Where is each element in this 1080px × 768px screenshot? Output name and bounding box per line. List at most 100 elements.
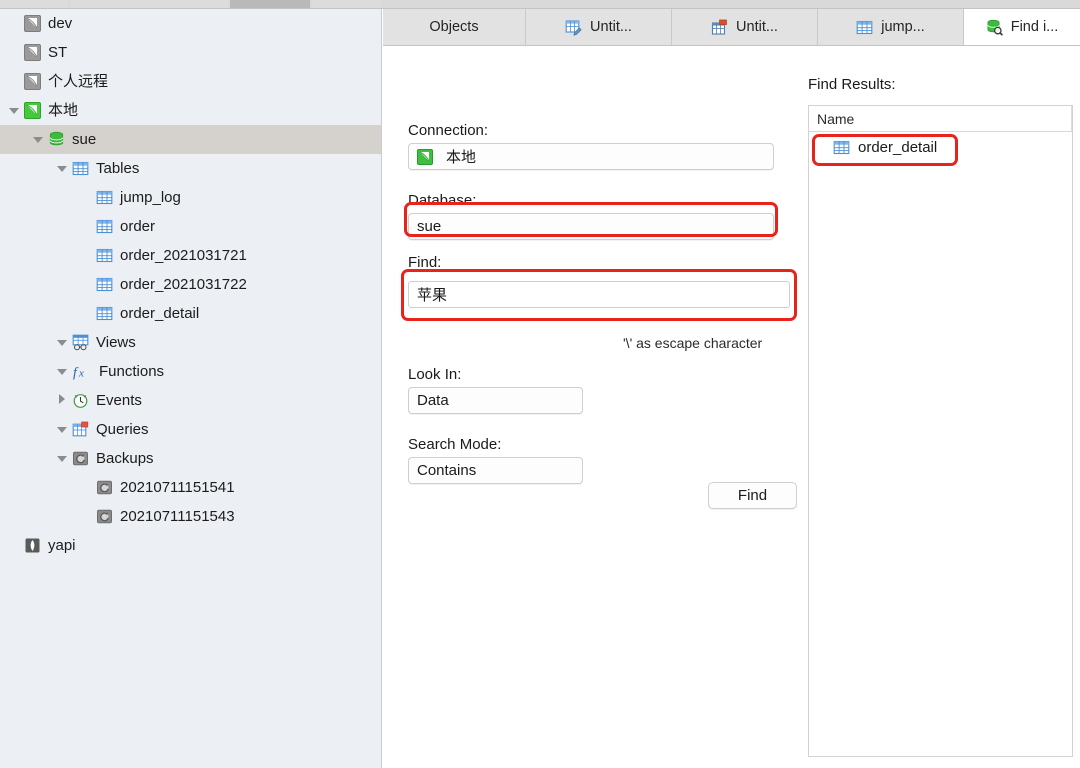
tree-item-order-2021031721[interactable]: order_2021031721 (0, 241, 381, 270)
table-icon (96, 247, 113, 264)
tree-item-backups[interactable]: Backups (0, 444, 381, 473)
database-value: sue (417, 218, 442, 235)
tree-item-label: Backups (96, 450, 154, 467)
database-icon (48, 131, 65, 148)
tree-item-functions[interactable]: f x Functions (0, 357, 381, 386)
connection-gray-icon (24, 73, 41, 90)
tab-jump[interactable]: jump... (818, 9, 964, 45)
toolbar-segment-1 (0, 0, 68, 8)
search-mode-combobox[interactable]: Contains (408, 457, 583, 484)
find-label: Find: (408, 254, 442, 271)
find-results-label: Find Results: (808, 76, 896, 93)
tab-label: jump... (881, 19, 925, 35)
tree-item-label: jump_log (120, 189, 181, 206)
collapse-arrow-icon[interactable] (8, 104, 21, 117)
collapse-arrow-icon[interactable] (56, 162, 69, 175)
results-column-header-name: Name (817, 110, 855, 127)
report-icon (711, 19, 728, 36)
mongodb-icon (24, 537, 41, 554)
table-icon (96, 276, 113, 293)
tree-item-order[interactable]: order (0, 212, 381, 241)
tree-item-jump-log[interactable]: jump_log (0, 183, 381, 212)
tree-item-queries[interactable]: Queries (0, 415, 381, 444)
tree-item-order-2021031722[interactable]: order_2021031722 (0, 270, 381, 299)
connection-combobox[interactable]: 本地 (408, 143, 774, 170)
tab-untit[interactable]: Untit... (526, 9, 672, 45)
tree-item-dev[interactable]: dev (0, 9, 381, 38)
tab-bar[interactable]: Objects Untit... Untit... jump... Find i... (383, 9, 1080, 46)
result-row[interactable]: order_detail (809, 132, 1072, 162)
tree-item-[interactable]: 本地 (0, 96, 381, 125)
tree-item-order-detail[interactable]: order_detail (0, 299, 381, 328)
search-mode-value: Contains (417, 462, 477, 479)
tree-item-label: Views (96, 334, 136, 351)
tree-item-label: dev (48, 15, 73, 32)
functions-fx-icon: fx (72, 363, 92, 381)
connection-label: Connection: (408, 122, 489, 139)
backup-icon (96, 508, 113, 525)
tree-item-label: sue (72, 131, 97, 148)
tab-findi[interactable]: Find i... (964, 9, 1080, 45)
collapse-arrow-icon[interactable] (56, 365, 69, 378)
tree-item-[interactable]: 个人远程 (0, 67, 381, 96)
table-icon (833, 139, 850, 156)
expand-arrow-icon[interactable] (56, 394, 69, 407)
tree-item-st[interactable]: ST (0, 38, 381, 67)
connection-gray-icon (24, 44, 41, 61)
tree-item-tables[interactable]: Tables (0, 154, 381, 183)
tree-item-events[interactable]: Events (0, 386, 381, 415)
tab-label: Find i... (1010, 19, 1059, 35)
tree-item-label: 个人远程 (48, 73, 109, 90)
database-combobox[interactable]: sue (408, 213, 774, 240)
tree-item-yapi[interactable]: yapi (0, 531, 381, 560)
connection-green-icon (417, 148, 433, 165)
search-mode-label: Search Mode: (408, 436, 502, 453)
find-results-panel[interactable]: Name order_detail (808, 105, 1073, 757)
collapse-arrow-icon[interactable] (56, 423, 69, 436)
tree-item-20210711151541[interactable]: 20210711151541 (0, 473, 381, 502)
toolbar-segment-2 (70, 0, 228, 8)
svg-text:x: x (78, 368, 84, 380)
tree-item-label: order_detail (120, 305, 200, 322)
column-separator[interactable] (1071, 106, 1072, 131)
tree-item-label: ST (48, 44, 68, 61)
tree-item-label: 20210711151543 (120, 508, 235, 525)
tab-untit[interactable]: Untit... (672, 9, 818, 45)
window-toolbar-strip (0, 0, 1080, 9)
results-column-header[interactable]: Name (809, 106, 1072, 132)
look-in-combobox[interactable]: Data (408, 387, 583, 414)
table-icon (96, 189, 113, 206)
backup-icon (96, 479, 113, 496)
views-icon (72, 334, 89, 351)
toolbar-segment-4 (312, 0, 382, 8)
collapse-arrow-icon[interactable] (56, 452, 69, 465)
find-input[interactable]: 苹果 (408, 281, 790, 308)
tab-objects[interactable]: Objects (383, 9, 526, 45)
collapse-arrow-icon[interactable] (32, 133, 45, 146)
connection-gray-icon (24, 15, 41, 32)
escape-character-hint: '\' as escape character (623, 335, 763, 351)
tree-item-label: Events (96, 392, 142, 409)
tree-item-sue[interactable]: sue (0, 125, 381, 154)
tree-item-label: order (120, 218, 156, 235)
connection-green-icon (24, 102, 41, 119)
toolbar-segment-5 (384, 0, 1080, 8)
tree-item-label: Queries (96, 421, 149, 438)
tree-item-20210711151543[interactable]: 20210711151543 (0, 502, 381, 531)
collapse-arrow-icon[interactable] (56, 336, 69, 349)
tree-item-views[interactable]: Views (0, 328, 381, 357)
table-icon (856, 19, 873, 36)
tab-label: Untit... (590, 19, 632, 35)
find-button[interactable]: Find (708, 482, 797, 509)
tree-item-label: yapi (48, 537, 76, 554)
object-tree-sidebar[interactable]: dev ST 个人远程本地 sue Tables jump_logorder order_2… (0, 9, 382, 768)
